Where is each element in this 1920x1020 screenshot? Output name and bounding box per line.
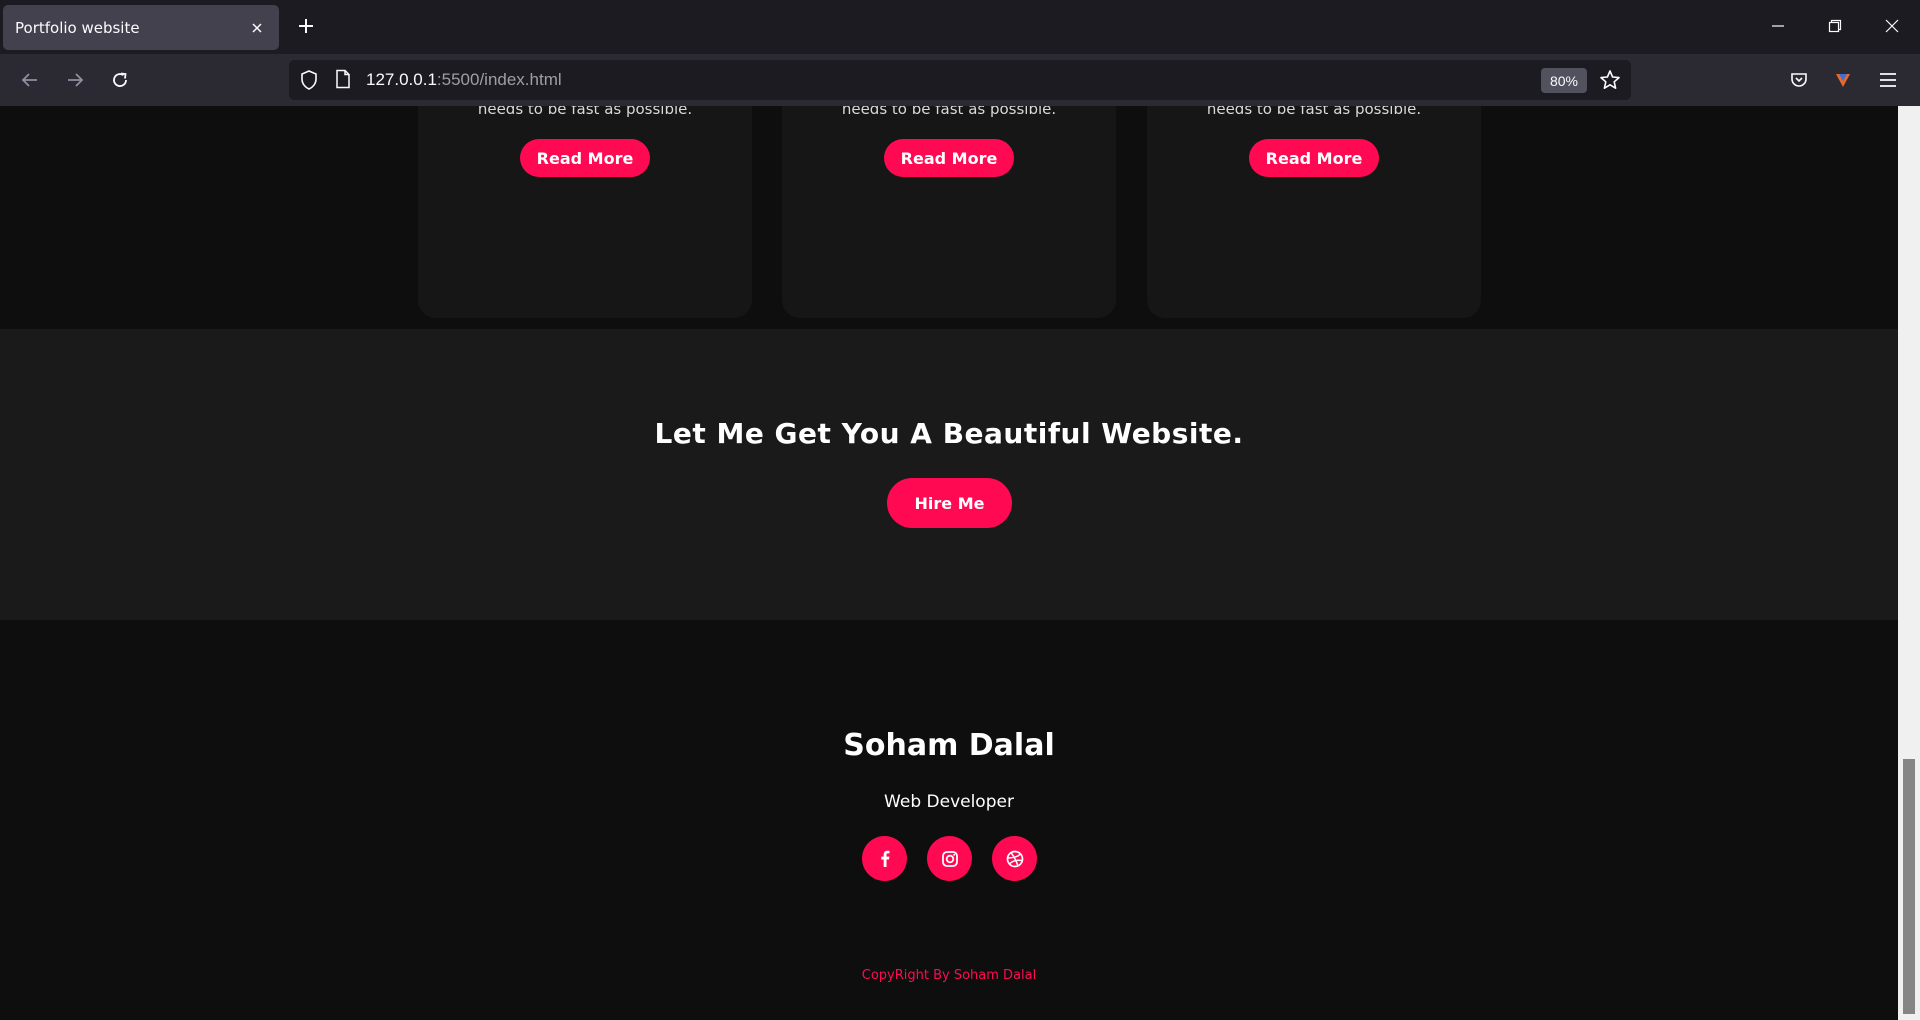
footer-name: Soham Dalal bbox=[843, 728, 1055, 763]
minimize-icon[interactable] bbox=[1758, 8, 1798, 44]
hire-title: Let Me Get You A Beautiful Website. bbox=[654, 417, 1244, 450]
pocket-icon[interactable] bbox=[1781, 62, 1817, 98]
address-bar[interactable]: 127.0.0.1:5500/index.html 80% bbox=[289, 60, 1631, 100]
service-card-text: needs to be fast as possible. bbox=[477, 106, 693, 118]
read-more-button[interactable]: Read More bbox=[1249, 139, 1379, 177]
shield-icon[interactable] bbox=[299, 69, 319, 95]
browser-tab[interactable]: Portfolio website bbox=[3, 5, 279, 50]
url-host: 127.0.0.1 bbox=[366, 70, 437, 89]
instagram-icon[interactable] bbox=[927, 836, 972, 881]
service-card: needs to be fast as possible. Read More bbox=[782, 106, 1116, 318]
hire-section: Let Me Get You A Beautiful Website. Hire… bbox=[0, 329, 1898, 620]
url-path: :5500/index.html bbox=[436, 70, 562, 89]
back-icon[interactable] bbox=[12, 62, 48, 98]
read-more-button[interactable]: Read More bbox=[520, 139, 650, 177]
read-more-button[interactable]: Read More bbox=[884, 139, 1014, 177]
tab-strip: Portfolio website bbox=[0, 0, 1920, 54]
tab-title: Portfolio website bbox=[15, 18, 140, 37]
close-window-icon[interactable] bbox=[1872, 8, 1912, 44]
menu-icon[interactable] bbox=[1870, 62, 1906, 98]
navigation-toolbar: 127.0.0.1:5500/index.html 80% bbox=[0, 54, 1920, 106]
facebook-icon[interactable] bbox=[862, 836, 907, 881]
extension-icon[interactable] bbox=[1825, 62, 1861, 98]
reload-icon[interactable] bbox=[102, 62, 138, 98]
copyright-text: CopyRight By Soham Dalal bbox=[861, 968, 1037, 983]
scrollbar-thumb[interactable] bbox=[1903, 759, 1915, 1014]
service-card-text: needs to be fast as possible. bbox=[841, 106, 1057, 118]
zoom-level[interactable]: 80% bbox=[1541, 68, 1587, 93]
url-text: 127.0.0.1:5500/index.html bbox=[366, 70, 562, 90]
page-viewport: needs to be fast as possible. Read More … bbox=[0, 106, 1898, 1020]
restore-icon[interactable] bbox=[1815, 8, 1855, 44]
forward-icon[interactable] bbox=[57, 62, 93, 98]
page-scrollbar[interactable] bbox=[1898, 106, 1920, 1020]
service-card: needs to be fast as possible. Read More bbox=[1147, 106, 1481, 318]
bookmark-star-icon[interactable] bbox=[1599, 69, 1621, 95]
page-icon[interactable] bbox=[335, 69, 351, 93]
hire-me-button[interactable]: Hire Me bbox=[887, 478, 1012, 528]
dribbble-icon[interactable] bbox=[992, 836, 1037, 881]
service-card: needs to be fast as possible. Read More bbox=[418, 106, 752, 318]
footer-role: Web Developer bbox=[884, 792, 1014, 812]
new-tab-icon[interactable] bbox=[292, 12, 320, 40]
close-tab-icon[interactable] bbox=[247, 18, 267, 38]
service-card-text: needs to be fast as possible. bbox=[1206, 106, 1422, 118]
